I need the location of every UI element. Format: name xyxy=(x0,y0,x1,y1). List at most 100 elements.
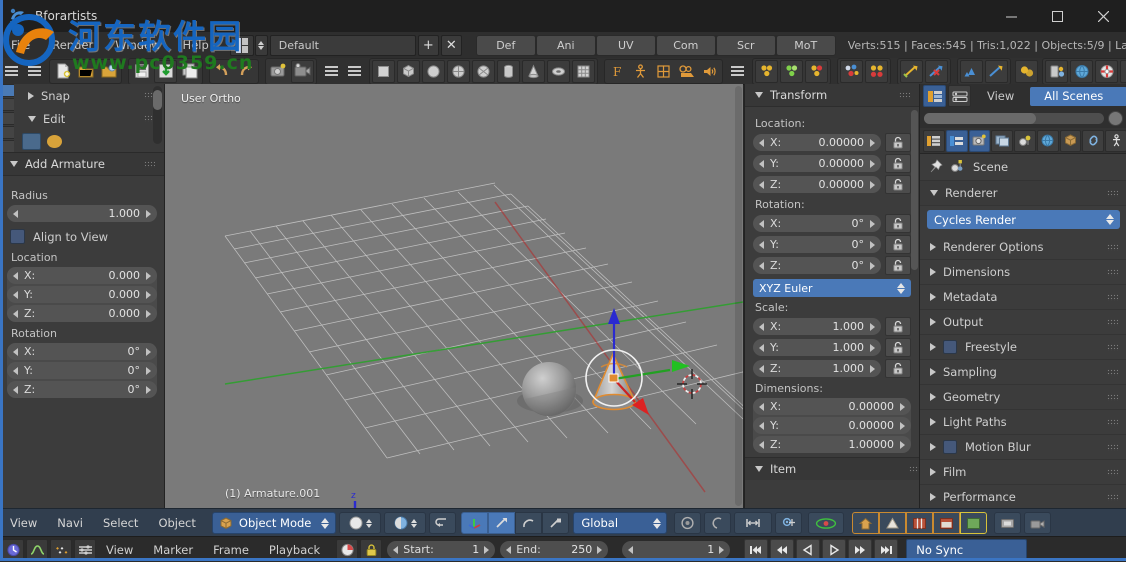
scale-manipulator-button[interactable] xyxy=(542,512,569,534)
layer-scene-button[interactable] xyxy=(906,512,933,534)
editor-type-icon[interactable] xyxy=(923,130,945,152)
minimize-button[interactable] xyxy=(988,0,1034,32)
armature-icon[interactable] xyxy=(630,61,651,82)
current-frame-field[interactable]: 1 xyxy=(622,541,730,559)
tab-uv[interactable]: UV xyxy=(597,36,655,55)
section-performance[interactable]: Performance xyxy=(920,485,1126,508)
nla-editor-icon[interactable] xyxy=(74,539,96,560)
decrement-arrow-icon[interactable] xyxy=(759,160,764,168)
decrement-arrow-icon[interactable] xyxy=(13,272,18,280)
viewport-menu-view[interactable]: View xyxy=(0,509,47,537)
frame-start-field[interactable]: Start: 1 xyxy=(387,541,495,559)
edit-tool-icon-1[interactable] xyxy=(22,133,41,150)
decrement-arrow-icon[interactable] xyxy=(759,323,764,331)
layer-active-button[interactable] xyxy=(960,512,987,534)
render-settings-icon[interactable] xyxy=(1095,60,1118,83)
menu2-icon[interactable] xyxy=(24,61,45,82)
proportional-edit-button[interactable] xyxy=(704,512,731,534)
sphere-icon[interactable] xyxy=(422,60,445,83)
decrement-arrow-icon[interactable] xyxy=(759,403,764,411)
rewind-button[interactable] xyxy=(770,539,794,560)
decrement-arrow-icon[interactable] xyxy=(759,422,764,430)
cone-icon[interactable] xyxy=(522,60,545,83)
layer-home-button[interactable] xyxy=(852,512,879,534)
section-snap[interactable]: Snap xyxy=(14,84,164,107)
properties-view-tab[interactable]: View xyxy=(973,87,1028,106)
increment-arrow-icon[interactable] xyxy=(146,386,151,394)
render-engine-dropdown[interactable]: Cycles Render xyxy=(927,210,1120,229)
renderer-section-header[interactable]: Renderer xyxy=(920,181,1126,206)
transform-panel-scrollbar[interactable] xyxy=(911,110,918,270)
motion-blur-checkbox[interactable] xyxy=(943,440,957,454)
increment-arrow-icon[interactable] xyxy=(900,403,905,411)
menu-icon[interactable] xyxy=(1,61,22,82)
rotation-y-field[interactable]: Y: 0° xyxy=(7,362,157,379)
section-sampling[interactable]: Sampling xyxy=(920,360,1126,385)
outliner-display-icon[interactable] xyxy=(923,85,946,107)
section-metadata[interactable]: Metadata xyxy=(920,285,1126,310)
particles-icon[interactable] xyxy=(840,60,863,83)
timeline-menu-frame[interactable]: Frame xyxy=(203,543,259,557)
move-manipulator-button[interactable] xyxy=(488,512,515,534)
group2-icon[interactable] xyxy=(780,60,803,83)
viewport-menu-object[interactable]: Object xyxy=(148,509,205,537)
modifier2-icon[interactable] xyxy=(925,60,948,83)
increment-arrow-icon[interactable] xyxy=(870,344,875,352)
tool-shelf-scrollbar[interactable] xyxy=(153,86,162,144)
constraint-icon[interactable] xyxy=(960,60,983,83)
tp-rotation-y-field[interactable]: Y: 0° xyxy=(753,236,881,253)
viewport-menu-navi[interactable]: Navi xyxy=(47,509,93,537)
increment-arrow-icon[interactable] xyxy=(900,422,905,430)
edit-tool-icon-2[interactable] xyxy=(47,135,62,148)
interaction-mode-dropdown[interactable]: Object Mode xyxy=(212,512,336,534)
transform-panel-header[interactable]: Transform xyxy=(745,84,919,107)
save-as-icon[interactable] xyxy=(154,60,177,83)
render-image-icon[interactable] xyxy=(268,61,289,82)
remove-layout-button[interactable]: ✕ xyxy=(441,35,462,56)
decrement-arrow-icon[interactable] xyxy=(759,139,764,147)
add-layout-button[interactable]: + xyxy=(418,35,439,56)
increment-arrow-icon[interactable] xyxy=(900,441,905,449)
decrement-arrow-icon[interactable] xyxy=(13,310,18,318)
increment-arrow-icon[interactable] xyxy=(870,323,875,331)
lock-location-x-button[interactable] xyxy=(885,133,911,152)
freestyle-checkbox[interactable] xyxy=(943,340,957,354)
armature-tab-icon[interactable] xyxy=(1105,130,1126,152)
layout-name-field[interactable]: Default xyxy=(270,35,416,56)
cylinder-icon[interactable] xyxy=(497,60,520,83)
increment-arrow-icon[interactable] xyxy=(146,367,151,375)
decrement-arrow-icon[interactable] xyxy=(759,241,764,249)
section-output[interactable]: Output xyxy=(920,310,1126,335)
menu-render[interactable]: Render xyxy=(41,32,104,58)
timeline-menu-marker[interactable]: Marker xyxy=(143,543,203,557)
lock-rotation-y-button[interactable] xyxy=(885,235,911,254)
editor-list-icon[interactable] xyxy=(946,130,968,152)
lock-scale-x-button[interactable] xyxy=(885,317,911,336)
menu-help[interactable]: Help xyxy=(172,32,220,58)
tp-dimensions-y-field[interactable]: Y: 0.00000 xyxy=(753,417,911,434)
play-reverse-button[interactable] xyxy=(796,539,820,560)
menu3-icon[interactable] xyxy=(727,61,748,82)
torus-icon[interactable] xyxy=(547,60,570,83)
section-film[interactable]: Film xyxy=(920,460,1126,485)
increment-arrow-icon[interactable] xyxy=(146,272,151,280)
text-icon[interactable]: F xyxy=(607,61,628,82)
dopesheet-icon[interactable] xyxy=(50,539,72,560)
play-button[interactable] xyxy=(822,539,846,560)
decrement-arrow-icon[interactable] xyxy=(13,386,18,394)
section-motion-blur[interactable]: Motion Blur xyxy=(920,435,1126,460)
decrement-arrow-icon[interactable] xyxy=(759,181,764,189)
camera-lock-button[interactable] xyxy=(1024,512,1051,534)
tp-scale-y-field[interactable]: Y: 1.000 xyxy=(753,339,881,356)
timeline-menu-playback[interactable]: Playback xyxy=(259,543,330,557)
lock-rotation-x-button[interactable] xyxy=(885,214,911,233)
new-file-icon[interactable] xyxy=(52,61,73,82)
lock-scale-z-button[interactable] xyxy=(885,359,911,378)
pivot-point-button[interactable] xyxy=(674,512,701,534)
filter-track[interactable] xyxy=(924,113,1104,124)
decrement-arrow-icon[interactable] xyxy=(13,348,18,356)
increment-arrow-icon[interactable] xyxy=(870,365,875,373)
transform-orientation-dropdown[interactable]: Global xyxy=(573,512,667,534)
cube-icon[interactable] xyxy=(397,60,420,83)
outliner-list-icon[interactable] xyxy=(948,85,971,107)
